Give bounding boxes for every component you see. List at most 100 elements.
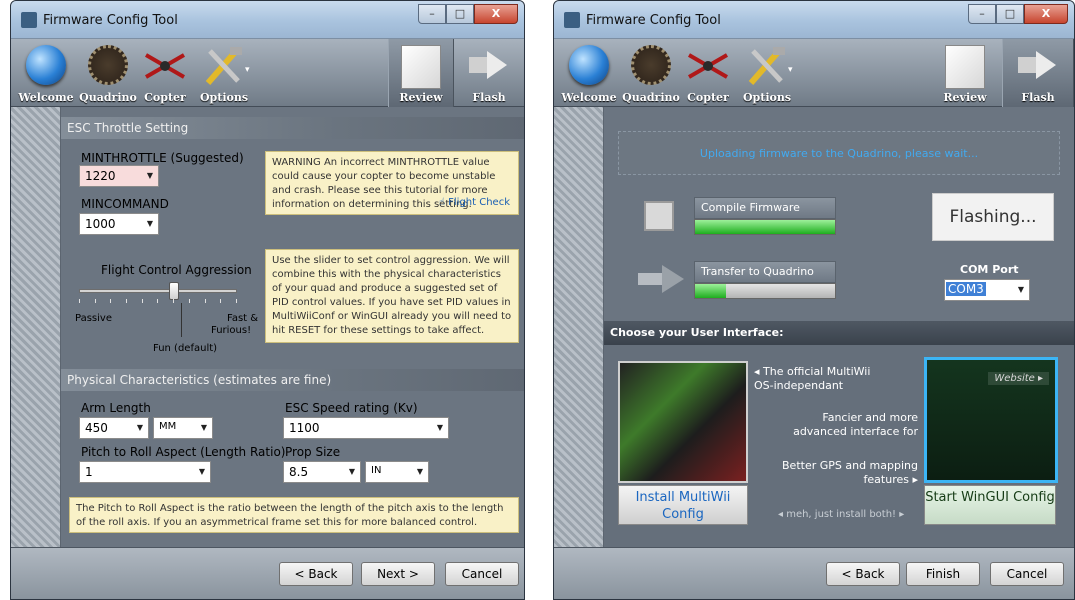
cancel-button[interactable]: Cancel [990, 562, 1064, 586]
window-title: Firmware Config Tool [43, 13, 178, 28]
aggression-label: Flight Control Aggression [101, 263, 252, 277]
toolbar-quadrino[interactable]: Quadrino [620, 39, 682, 107]
com-port-dropdown[interactable]: COM3 ▼ [944, 279, 1030, 301]
flash-icon [469, 51, 507, 79]
toolbar-copter[interactable]: Copter [139, 39, 191, 107]
prop-unit-value: IN [371, 465, 382, 476]
chevron-down-icon: ▼ [146, 171, 154, 180]
review-icon [401, 45, 441, 89]
config-window-right: Firmware Config Tool – □ X Welcome Quadr… [553, 0, 1075, 600]
review-icon [945, 45, 985, 89]
mincommand-label: MINCOMMAND [81, 197, 169, 211]
board-icon [631, 45, 671, 85]
arm-length-value: 450 [85, 421, 108, 435]
com-port-value: COM3 [946, 282, 986, 296]
toolbar-quadrino-label: Quadrino [622, 91, 680, 104]
tools-icon [748, 47, 785, 85]
tools-icon [205, 47, 242, 85]
close-button[interactable]: X [474, 4, 518, 24]
toolbar-copter-label: Copter [144, 91, 186, 104]
chevron-down-icon: ▼ [436, 423, 444, 432]
minthrottle-dropdown[interactable]: 1220 ▼ [79, 165, 159, 187]
prop-size-dropdown[interactable]: 8.5 ▼ [283, 461, 361, 483]
cancel-button[interactable]: Cancel [445, 562, 519, 586]
pitch-roll-dropdown[interactable]: 1 ▼ [79, 461, 211, 483]
choose-ui-header: Choose your User Interface: [604, 321, 1074, 345]
minimize-button[interactable]: – [418, 4, 446, 24]
gps-description: Better GPS and mapping features ▸ [782, 459, 918, 486]
physical-section-header: Physical Characteristics (estimates are … [61, 369, 524, 391]
config-window-left: Firmware Config Tool – □ X Welcome Quadr… [10, 0, 525, 600]
transfer-label: Transfer to Quadrino [694, 261, 836, 283]
prop-size-label: Prop Size [285, 445, 341, 459]
globe-icon [26, 45, 66, 85]
minimize-button[interactable]: – [968, 4, 996, 24]
aggression-slider-thumb[interactable] [168, 282, 179, 300]
toolbar-flash[interactable]: Flash [454, 39, 524, 107]
esc-speed-dropdown[interactable]: 1100 ▼ [283, 417, 449, 439]
chevron-down-icon: ▼ [146, 219, 154, 228]
flight-check-link[interactable]: ☝ Flight Check [439, 196, 510, 210]
toolbar-welcome-label: Welcome [18, 91, 74, 104]
next-button[interactable]: Next > [361, 562, 435, 586]
title-bar[interactable]: Firmware Config Tool – □ X [554, 1, 1074, 39]
hand-icon: ☝ [438, 197, 449, 208]
flight-check-label: Flight Check [448, 197, 510, 208]
maximize-button[interactable]: □ [996, 4, 1024, 24]
slider-note: Use the slider to set control aggression… [265, 249, 519, 343]
pitch-roll-label: Pitch to Roll Aspect (Length Ratio) [81, 445, 286, 459]
copter-icon [144, 53, 186, 79]
wingui-screenshot: Website ▸ [924, 357, 1058, 483]
button-bar: < Back Finish Cancel [554, 547, 1074, 599]
com-port-label: COM Port [960, 263, 1019, 276]
toolbar-welcome[interactable]: Welcome [15, 39, 77, 107]
back-button[interactable]: < Back [826, 562, 900, 586]
close-button[interactable]: X [1024, 4, 1068, 24]
toolbar-options[interactable]: ▾ Options [734, 39, 800, 107]
arm-length-label: Arm Length [81, 401, 151, 415]
toolbar-quadrino[interactable]: Quadrino [77, 39, 139, 107]
fun-default-label: Fun (default) [153, 343, 218, 354]
minthrottle-value: 1220 [85, 169, 116, 183]
start-wingui-button[interactable]: Start WinGUI Config [924, 485, 1056, 525]
flash-icon [1018, 51, 1056, 79]
title-bar[interactable]: Firmware Config Tool – □ X [11, 1, 524, 39]
install-multiwii-button[interactable]: Install MultiWii Config [618, 485, 748, 525]
website-link[interactable]: Website ▸ [988, 372, 1049, 385]
chip-icon [644, 201, 674, 231]
fast-furious-label-2: Furious! [211, 325, 252, 336]
transfer-progress [694, 283, 836, 299]
hatch-margin [554, 107, 604, 547]
options-caret-icon: ▾ [245, 65, 250, 75]
window-title: Firmware Config Tool [586, 13, 721, 28]
wizard-toolbar: Welcome Quadrino Copter ▾ Options Review… [11, 39, 524, 107]
arm-unit-value: MM [159, 421, 177, 432]
toolbar-welcome[interactable]: Welcome [558, 39, 620, 107]
back-button[interactable]: < Back [279, 562, 353, 586]
compile-progress [694, 219, 836, 235]
finish-button[interactable]: Finish [906, 562, 980, 586]
arm-unit-dropdown[interactable]: MM ▼ [153, 417, 213, 439]
toolbar-flash[interactable]: Flash [1002, 39, 1074, 107]
options-caret-icon: ▾ [788, 65, 793, 75]
toolbar-review-label: Review [943, 91, 987, 104]
toolbar-review[interactable]: Review [388, 39, 454, 107]
prop-size-value: 8.5 [289, 465, 309, 479]
app-icon [21, 12, 37, 28]
toolbar-review[interactable]: Review [932, 39, 998, 107]
toolbar-options[interactable]: ▾ Options [191, 39, 257, 107]
toolbar-review-label: Review [399, 91, 443, 104]
chevron-down-icon: ▼ [136, 423, 144, 432]
toolbar-flash-label: Flash [1021, 91, 1055, 104]
prop-unit-dropdown[interactable]: IN ▼ [365, 461, 429, 483]
flash-panel: Uploading firmware to the Quadrino, plea… [604, 107, 1074, 547]
mincommand-dropdown[interactable]: 1000 ▼ [79, 213, 159, 235]
arm-length-dropdown[interactable]: 450 ▼ [79, 417, 149, 439]
esc-speed-label: ESC Speed rating (Kv) [285, 401, 418, 415]
aggression-slider-track[interactable] [79, 289, 237, 293]
wizard-toolbar: Welcome Quadrino Copter ▾ Options Review… [554, 39, 1074, 107]
toolbar-copter[interactable]: Copter [682, 39, 734, 107]
pitch-roll-value: 1 [85, 465, 93, 479]
hatch-margin [11, 107, 61, 547]
maximize-button[interactable]: □ [446, 4, 474, 24]
